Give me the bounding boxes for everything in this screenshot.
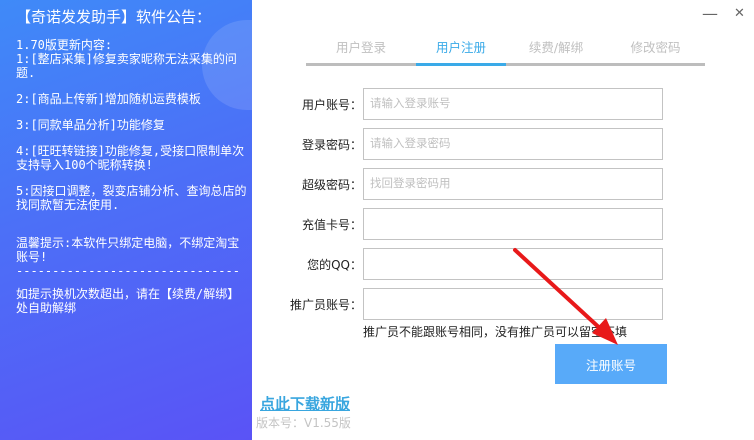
referrer-hint: 推广员不能跟账号相同，没有推广员可以留空不填 bbox=[363, 325, 628, 339]
minimize-button[interactable]: — bbox=[702, 4, 718, 23]
notice-item: 3:[同款单品分析]功能修复 bbox=[16, 118, 165, 132]
register-button[interactable]: 注册账号 bbox=[555, 344, 667, 384]
super-password-row: 超级密码： bbox=[260, 168, 670, 200]
announcement-text: 【奇诺发发助手】软件公告： 1.70版更新内容: 1:[整店采集]修复卖家昵称无… bbox=[0, 0, 252, 440]
notice-tip: 温馨提示:本软件只绑定电脑，不绑定淘宝账号! -----------------… bbox=[16, 236, 240, 278]
card-number-row: 充值卡号： bbox=[260, 208, 670, 240]
password-label: 登录密码： bbox=[301, 138, 362, 152]
account-row: 用户账号： bbox=[260, 88, 670, 120]
notice-item: 2:[商品上传新]增加随机运费模板 bbox=[16, 92, 201, 106]
download-new-version-link[interactable]: 点此下载新版 bbox=[260, 396, 350, 412]
card-number-label: 充值卡号： bbox=[301, 218, 362, 232]
tab-bar: 用户登录 用户注册 续费/解绑 修改密码 bbox=[306, 32, 705, 66]
qq-label: 您的QQ： bbox=[307, 258, 362, 272]
card-number-input[interactable] bbox=[363, 208, 663, 240]
notice-item: 5:因接口调整，裂变店铺分析、查询总店的找同款暂无法使用. bbox=[16, 184, 247, 212]
tab-change-password[interactable]: 修改密码 bbox=[606, 32, 705, 66]
password-row: 登录密码： bbox=[260, 128, 670, 160]
password-input[interactable] bbox=[363, 128, 663, 160]
tab-register[interactable]: 用户注册 bbox=[416, 32, 506, 66]
announcement-panel: 【奇诺发发助手】软件公告： 1.70版更新内容: 1:[整店采集]修复卖家昵称无… bbox=[0, 0, 252, 440]
version-label: 版本号：V1.55版 bbox=[256, 416, 351, 430]
close-button[interactable]: ✕ bbox=[734, 6, 745, 21]
referrer-input[interactable] bbox=[363, 288, 663, 320]
super-password-input[interactable] bbox=[363, 168, 663, 200]
account-input[interactable] bbox=[363, 88, 663, 120]
account-label: 用户账号： bbox=[301, 98, 362, 112]
notice-item: 4:[旺旺转链接]功能修复,受接口限制单次支持导入100个昵称转换! bbox=[16, 144, 245, 172]
tab-renew-unbind[interactable]: 续费/解绑 bbox=[506, 32, 606, 66]
notice-unbind: 如提示换机次数超出，请在【续费/解绑】处自助解绑 bbox=[16, 287, 240, 315]
super-password-label: 超级密码： bbox=[301, 178, 362, 192]
tab-login[interactable]: 用户登录 bbox=[306, 32, 416, 66]
referrer-label: 推广员账号： bbox=[289, 298, 362, 312]
notice-item: 1.70版更新内容: 1:[整店采集]修复卖家昵称无法采集的问题. bbox=[16, 38, 237, 80]
qq-input[interactable] bbox=[363, 248, 663, 280]
referrer-row: 推广员账号： bbox=[260, 288, 670, 320]
qq-row: 您的QQ： bbox=[260, 248, 670, 280]
announcement-title: 【奇诺发发助手】软件公告： bbox=[16, 8, 212, 26]
